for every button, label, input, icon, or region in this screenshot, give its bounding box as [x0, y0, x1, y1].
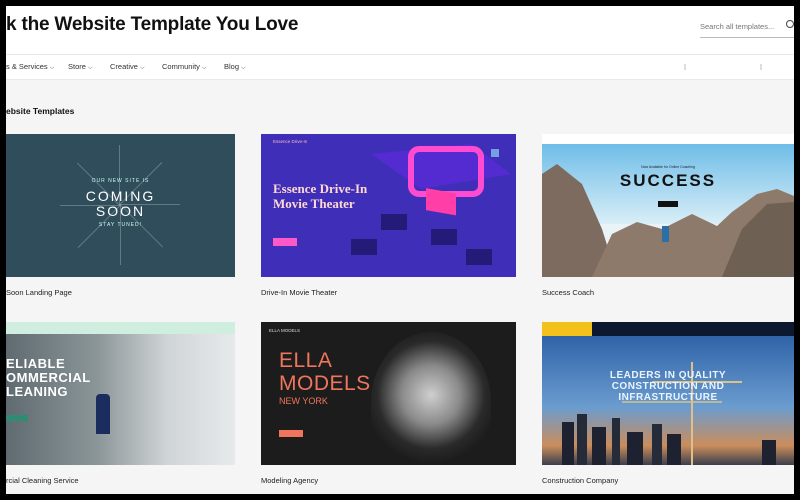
- preview-title-line: ELIABLE: [6, 356, 66, 371]
- template-preview-success-coach[interactable]: Now Available for Online Coaching SUCCES…: [542, 134, 794, 277]
- page-title: k the Website Template You Love: [6, 14, 299, 35]
- preview-title: SUCCESS: [619, 171, 717, 190]
- preview-subtitle: NEW YORK: [279, 396, 328, 406]
- chevron-down-icon: ⌵: [201, 65, 207, 71]
- nav-item-label: Creative: [110, 62, 138, 71]
- nav-item-label: Community: [162, 62, 200, 71]
- preview-nav: [542, 134, 794, 144]
- template-name[interactable]: Success Coach: [542, 288, 594, 297]
- chevron-down-icon: ⌵: [49, 65, 55, 71]
- category-nav: s & Services ⌵ Store ⌵ Creative ⌵ Community…: [6, 54, 794, 80]
- preview-title: ELLA MODELS: [279, 349, 371, 395]
- preview-button: [273, 238, 297, 246]
- browser-viewport: k the Website Template You Love s & Serv…: [6, 6, 794, 494]
- chevron-down-icon: ⌵: [139, 65, 145, 71]
- nav-item-label: Blog: [224, 62, 240, 71]
- preview-logo: ELLA MODELS: [269, 328, 301, 333]
- nav-item-store[interactable]: Store ⌵: [68, 62, 93, 72]
- preview-brand: Essence Drive-In: [273, 139, 308, 144]
- preview-title-line: ELLA: [279, 349, 333, 372]
- nav-item-services[interactable]: s & Services ⌵: [6, 62, 54, 72]
- preview-button: [658, 201, 678, 207]
- nav-divider: [760, 64, 762, 70]
- preview-kicker: OUR NEW SITE IS: [91, 178, 150, 184]
- preview-person: [96, 394, 110, 434]
- preview-headline: SOON: [95, 203, 146, 219]
- template-name[interactable]: Modeling Agency: [261, 476, 318, 485]
- preview-button: [6, 415, 28, 421]
- preview-hero: [6, 334, 235, 465]
- template-name[interactable]: Construction Company: [542, 476, 618, 485]
- template-name[interactable]: rcial Cleaning Service: [6, 476, 79, 485]
- preview-title-line: MODELS: [279, 372, 371, 395]
- preview-title-line: Essence Drive-In: [273, 181, 368, 196]
- preview-title-line: INFRASTRUCTURE: [618, 392, 718, 403]
- preview-title: LEADERS IN QUALITY CONSTRUCTION AND INFR…: [542, 370, 794, 403]
- template-preview-construction[interactable]: LEADERS IN QUALITY CONSTRUCTION AND INFR…: [542, 322, 794, 465]
- search-icon[interactable]: [786, 20, 794, 28]
- preview-nav: [6, 322, 235, 334]
- preview-title-line: LEANING: [6, 384, 68, 399]
- search-input[interactable]: [700, 16, 782, 37]
- site-header: k the Website Template You Love: [6, 6, 794, 54]
- preview-title-line: LEADERS IN QUALITY: [609, 370, 727, 381]
- nav-item-creative[interactable]: Creative ⌵: [110, 62, 145, 72]
- nav-item-label: s & Services: [6, 62, 48, 71]
- search-box[interactable]: [700, 16, 794, 38]
- preview-title-line: CONSTRUCTION AND: [611, 381, 725, 392]
- preview-title-line: Movie Theater: [273, 196, 355, 211]
- nav-item-label: Store: [68, 62, 86, 71]
- preview-portrait: [371, 332, 491, 465]
- template-preview-coming-soon[interactable]: OUR NEW SITE IS COMING SOON STAY TUNED!: [6, 134, 235, 277]
- template-preview-drive-in[interactable]: Essence Drive-In Essence Drive-In Movie …: [261, 134, 516, 277]
- template-name[interactable]: Drive-In Movie Theater: [261, 288, 337, 297]
- nav-item-blog[interactable]: Blog ⌵: [224, 62, 246, 72]
- template-preview-modeling-agency[interactable]: ELLA MODELS ELLA MODELS NEW YORK: [261, 322, 516, 465]
- section-title: ebsite Templates: [6, 106, 75, 116]
- nav-item-community[interactable]: Community ⌵: [162, 62, 207, 72]
- preview-sub: Now Available for Online Coaching: [641, 165, 695, 169]
- chevron-down-icon: ⌵: [241, 65, 246, 71]
- nav-divider: [684, 64, 686, 70]
- chevron-down-icon: ⌵: [87, 65, 93, 71]
- preview-title-line: OMMERCIAL: [6, 370, 91, 385]
- preview-title: Essence Drive-In Movie Theater: [273, 181, 367, 211]
- preview-button: [279, 430, 303, 437]
- template-preview-commercial-cleaning[interactable]: ELIABLE OMMERCIAL LEANING: [6, 322, 235, 465]
- preview-sub: STAY TUNED!: [98, 222, 143, 228]
- template-name[interactable]: Soon Landing Page: [6, 288, 72, 297]
- preview-title: ELIABLE OMMERCIAL LEANING: [6, 357, 91, 399]
- preview-headline: COMING: [85, 188, 156, 204]
